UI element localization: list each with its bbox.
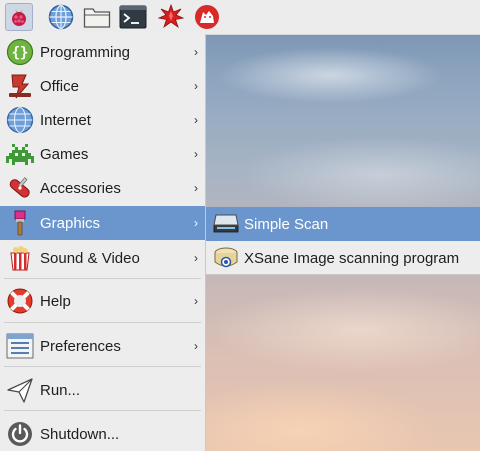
submenu-arrow-icon: ›: [194, 45, 198, 59]
games-icon: [5, 139, 35, 169]
menu-item-label: Programming: [40, 43, 131, 61]
menu-item-internet[interactable]: Internet ›: [0, 103, 205, 137]
menu-item-games[interactable]: Games ›: [0, 137, 205, 171]
internet-icon: [5, 105, 35, 135]
main-menu: {} Programming › Office › Internet › Gam…: [0, 34, 206, 451]
submenu-arrow-icon: ›: [194, 147, 198, 161]
graphics-submenu: Simple Scan XSane Image scanning program: [206, 207, 480, 275]
web-browser-launcher[interactable]: [47, 3, 75, 31]
web-browser-icon: [48, 4, 74, 30]
submenu-item-label: Simple Scan: [244, 215, 329, 233]
menu-item-label: Shutdown...: [40, 425, 120, 443]
menu-item-run[interactable]: Run...: [0, 373, 205, 407]
terminal-launcher[interactable]: [119, 3, 147, 31]
raspberry-menu-icon: [12, 9, 26, 26]
submenu-arrow-icon: ›: [194, 294, 198, 308]
menu-separator: [4, 366, 201, 367]
scanner-icon: [211, 209, 241, 239]
menu-item-accessories[interactable]: Accessories ›: [0, 171, 205, 205]
menu-separator: [4, 322, 201, 323]
menu-item-label: Preferences: [40, 337, 121, 355]
run-icon: [5, 375, 35, 405]
menu-item-graphics[interactable]: Graphics ›: [0, 206, 205, 240]
menu-item-programming[interactable]: {} Programming ›: [0, 35, 205, 69]
graphics-icon: [5, 208, 35, 238]
menu-item-label: Accessories: [40, 179, 121, 197]
submenu-arrow-icon: ›: [194, 251, 198, 265]
wolfram-icon: [195, 5, 219, 29]
mathematica-icon: [158, 4, 184, 29]
submenu-item-xsane[interactable]: XSane Image scanning program: [206, 241, 480, 275]
help-icon: [5, 286, 35, 316]
file-manager-launcher[interactable]: [83, 3, 111, 31]
submenu-item-label: XSane Image scanning program: [244, 249, 460, 267]
office-icon: [5, 71, 35, 101]
menu-item-label: Office: [40, 77, 79, 95]
terminal-icon: [119, 5, 147, 29]
svg-text:{}: {}: [12, 45, 29, 61]
wolfram-launcher[interactable]: [193, 3, 221, 31]
menu-item-label: Run...: [40, 381, 81, 399]
submenu-item-simple-scan[interactable]: Simple Scan: [206, 207, 480, 241]
xsane-icon: [211, 243, 241, 273]
top-panel: [0, 0, 480, 35]
menu-item-label: Sound & Video: [40, 249, 140, 267]
menu-item-label: Graphics: [40, 214, 101, 232]
submenu-arrow-icon: ›: [194, 216, 198, 230]
menu-item-label: Help: [40, 292, 71, 310]
menu-item-preferences[interactable]: Preferences ›: [0, 329, 205, 363]
menu-item-label: Games: [40, 145, 89, 163]
shutdown-icon: [5, 419, 35, 449]
menu-item-label: Internet: [40, 111, 91, 129]
sound-video-icon: [5, 243, 35, 273]
menu-item-sound-video[interactable]: Sound & Video ›: [0, 241, 205, 275]
programming-icon: {}: [5, 37, 35, 67]
mathematica-launcher[interactable]: [157, 3, 185, 31]
submenu-arrow-icon: ›: [194, 113, 198, 127]
menu-item-help[interactable]: Help ›: [0, 284, 205, 318]
menu-item-shutdown[interactable]: Shutdown...: [0, 417, 205, 451]
menu-separator: [4, 278, 201, 279]
preferences-icon: [5, 331, 35, 361]
submenu-arrow-icon: ›: [194, 339, 198, 353]
submenu-arrow-icon: ›: [194, 181, 198, 195]
raspberry-menu-button[interactable]: [5, 3, 33, 31]
menu-item-office[interactable]: Office ›: [0, 69, 205, 103]
file-manager-icon: [83, 8, 111, 28]
accessories-icon: [5, 173, 35, 203]
menu-separator: [4, 410, 201, 411]
submenu-arrow-icon: ›: [194, 79, 198, 93]
